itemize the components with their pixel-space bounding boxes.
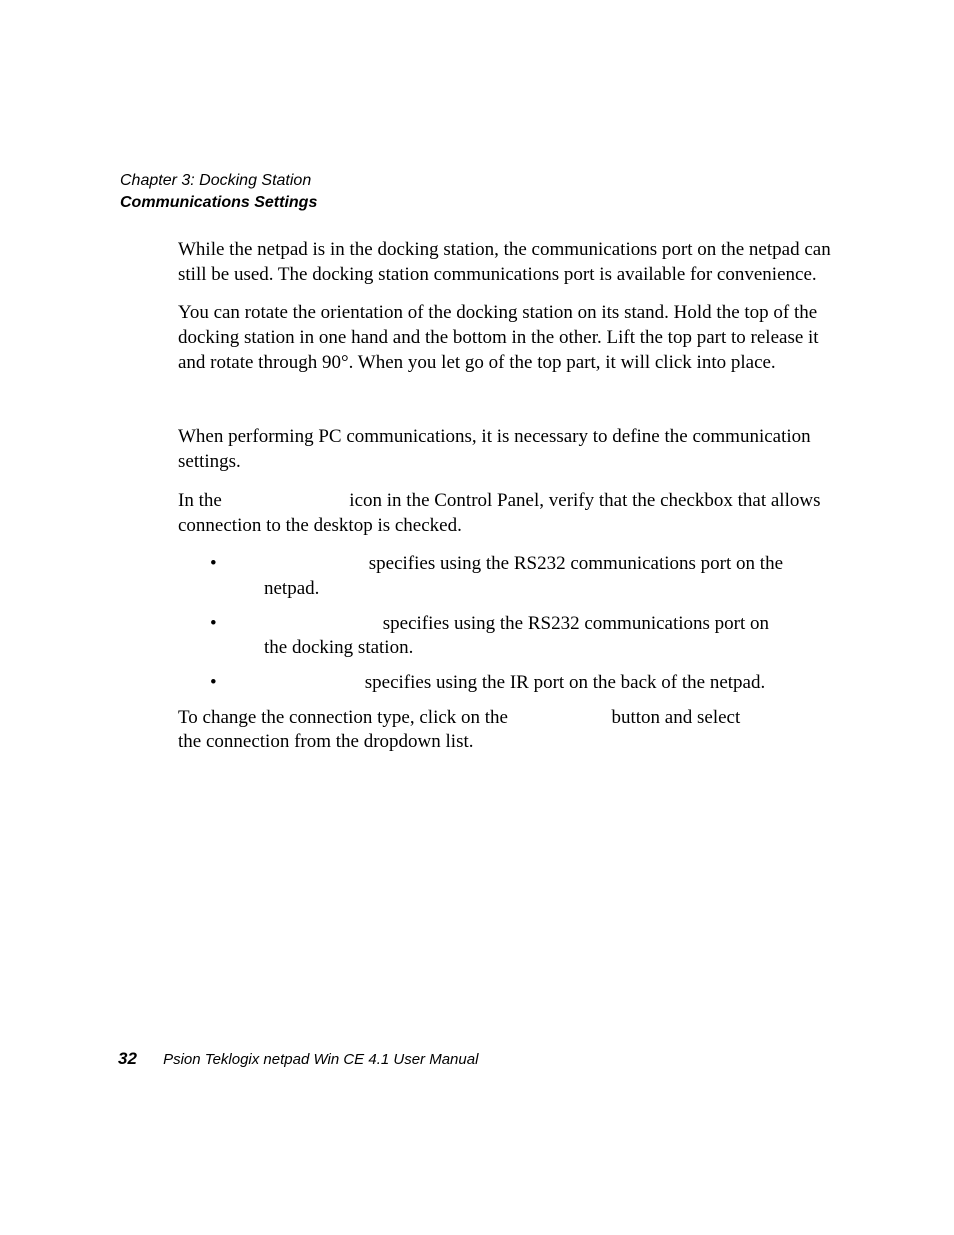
paragraph-1: While the netpad is in the docking stati… — [178, 238, 840, 287]
footer-title: Psion Teklogix netpad Win CE 4.1 User Ma… — [163, 1051, 478, 1068]
header-section: Communications Settings — [120, 192, 317, 214]
bullet-text-1: specifies using the RS232 communications… — [264, 553, 783, 599]
paragraph-5: To change the connection type, click on … — [178, 706, 758, 755]
paragraph-2: You can rotate the orientation of the do… — [178, 301, 840, 375]
bullet-text-2: specifies using the RS232 communications… — [264, 613, 769, 659]
p4-lead: In the — [178, 490, 222, 511]
header-chapter: Chapter 3: Docking Station — [120, 170, 317, 192]
list-item: specifies using the RS232 communications… — [234, 552, 784, 601]
bullet-list: specifies using the RS232 communications… — [178, 552, 840, 695]
list-item: specifies using the RS232 communications… — [234, 612, 784, 661]
page: Chapter 3: Docking Station Communication… — [0, 0, 954, 1235]
paragraph-4: In the icon in the Control Panel, verify… — [178, 489, 840, 538]
body-text: While the netpad is in the docking stati… — [178, 238, 840, 769]
list-item: specifies using the IR port on the back … — [234, 671, 784, 696]
footer: 32 Psion Teklogix netpad Win CE 4.1 User… — [118, 1049, 478, 1069]
p5-lead: To change the connection type, click on … — [178, 707, 508, 728]
running-header: Chapter 3: Docking Station Communication… — [120, 170, 317, 213]
bullet-text-3: specifies using the IR port on the back … — [365, 672, 765, 693]
p4-tail: icon in the Control Panel, verify that t… — [178, 490, 820, 536]
paragraph-3: When performing PC communications, it is… — [178, 425, 840, 474]
page-number: 32 — [118, 1049, 137, 1068]
